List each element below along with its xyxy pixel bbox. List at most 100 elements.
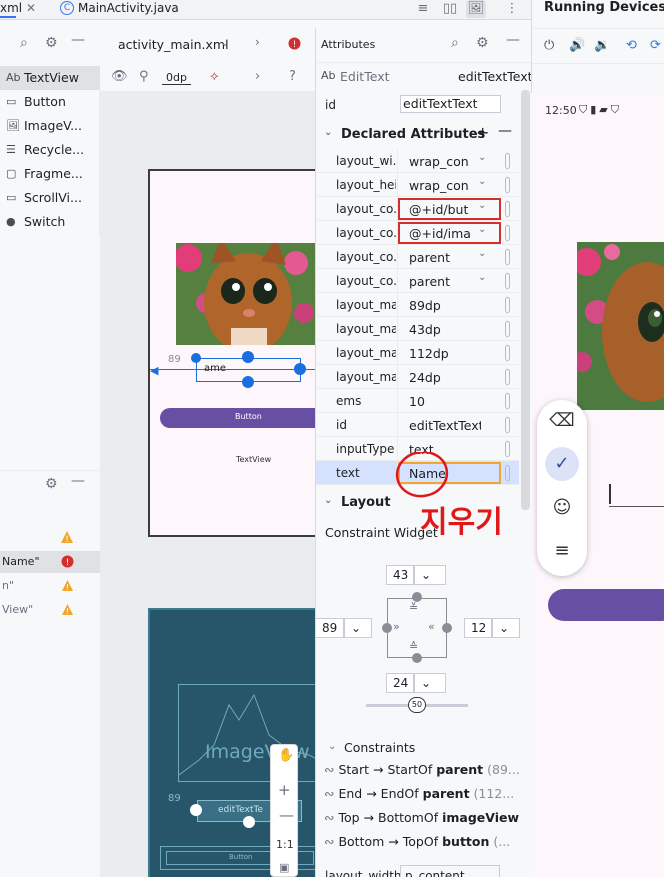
palette-item-scrollview[interactable]: ▭ ScrollVi... (0, 186, 100, 210)
pin-icon[interactable] (505, 153, 510, 169)
attribute-value[interactable]: 10 (409, 394, 481, 409)
tree-minimize-icon[interactable]: — (71, 473, 85, 489)
attribute-value[interactable]: 89dp (409, 298, 481, 313)
top-spring-icon[interactable]: ≚ (409, 601, 418, 614)
more-options-icon[interactable]: ⋮ (502, 0, 522, 18)
attribute-value[interactable]: 43dp (409, 322, 481, 337)
minimize-icon[interactable]: — (506, 32, 520, 48)
minimize-icon[interactable]: — (71, 32, 85, 48)
pin-icon[interactable] (505, 393, 510, 409)
emoji-icon[interactable]: ☺ (545, 491, 579, 525)
eye-icon[interactable]: 👁 (111, 69, 128, 84)
split-view-icon[interactable]: ▯▯ (440, 0, 460, 18)
pin-icon[interactable] (505, 225, 510, 241)
attribute-row[interactable]: layout_wi... wrap_con⌄ (316, 149, 519, 173)
attribute-row[interactable]: layout_hei... wrap_con⌄ (316, 173, 519, 197)
design-view-icon[interactable]: 🖼 (466, 0, 486, 18)
pin-icon[interactable] (505, 177, 510, 193)
pin-icon[interactable] (505, 417, 510, 433)
attribute-value[interactable]: parent (409, 274, 481, 289)
search-icon[interactable]: ⌕ (20, 35, 28, 51)
bias-slider-thumb[interactable]: 50 (408, 697, 426, 713)
search-icon[interactable]: ⌕ (451, 35, 459, 51)
chevron-right-icon[interactable]: › (255, 35, 260, 49)
start-margin-dropdown[interactable]: ⌄ (344, 618, 372, 638)
pin-icon[interactable] (505, 249, 510, 265)
infer-constraints-icon[interactable]: ⟡ (210, 69, 219, 84)
blueprint-start-handle[interactable] (190, 804, 202, 816)
pin-icon[interactable] (505, 345, 510, 361)
add-attribute-icon[interactable]: + (476, 123, 489, 142)
chevron-down-icon[interactable]: ⌄ (478, 152, 486, 163)
attribute-row[interactable]: layout_co... parent⌄ (316, 269, 519, 293)
attribute-value[interactable]: 112dp (409, 346, 481, 361)
attribute-value[interactable]: 24dp (409, 370, 481, 385)
attribute-row[interactable]: layout_co... parent⌄ (316, 245, 519, 269)
attribute-value[interactable]: parent (409, 250, 481, 265)
layout-file-selector[interactable]: activity_main.xml (118, 37, 229, 52)
pan-hand-icon[interactable]: ✋ (278, 748, 294, 763)
pin-icon[interactable] (505, 273, 510, 289)
device-edittext-underline[interactable] (609, 506, 664, 507)
bottom-margin-dropdown[interactable]: ⌄ (414, 673, 446, 693)
bottom-anchor-handle[interactable] (242, 376, 254, 388)
end-margin-dropdown[interactable]: ⌄ (492, 618, 520, 638)
attribute-value[interactable]: wrap_con (409, 154, 481, 169)
constraint-row[interactable]: ∾ Bottom → TopOf button (... (324, 830, 524, 854)
chevron-down-icon[interactable]: ⌄ (478, 176, 486, 187)
chevron-down-icon[interactable]: ⌄ (220, 36, 229, 49)
zoom-actual-size[interactable]: 1:1 (276, 838, 294, 851)
bottom-spring-icon[interactable]: ≙ (409, 640, 418, 653)
power-icon[interactable]: ⏻ (544, 38, 554, 53)
blueprint-bottom-handle[interactable] (243, 816, 255, 828)
preview-textview[interactable]: TextView (236, 455, 271, 464)
chevron-down-icon[interactable]: ⌄ (478, 248, 486, 259)
start-spring-icon[interactable]: » (393, 620, 400, 633)
tab-xml[interactable]: xml (0, 1, 22, 18)
gear-icon[interactable]: ⚙ (476, 35, 489, 51)
gear-icon[interactable]: ⚙ (45, 35, 58, 51)
bottom-margin-value[interactable]: 24 (386, 673, 414, 693)
attribute-row[interactable]: layout_ma... 89dp (316, 293, 519, 317)
pin-icon[interactable] (505, 201, 510, 217)
constraint-row[interactable]: ∾ End → EndOf parent (112... (324, 782, 524, 806)
volume-up-icon[interactable]: 🔊 (569, 38, 585, 53)
code-view-icon[interactable]: ≡ (413, 0, 433, 18)
top-anchor-handle[interactable] (242, 351, 254, 363)
id-input[interactable]: editTextText (400, 95, 501, 113)
attribute-row[interactable]: ems 10 (316, 389, 519, 413)
attribute-row[interactable]: layout_co...@+id/but⌄ (316, 197, 519, 221)
default-margin-selector[interactable]: 0dp (162, 71, 191, 85)
attribute-row[interactable]: layout_co...@+id/ima⌄ (316, 221, 519, 245)
chevron-right-icon[interactable]: › (255, 69, 260, 84)
rotate-right-icon[interactable]: ⟳ (650, 38, 661, 53)
resize-handle[interactable] (191, 353, 201, 363)
zoom-out-icon[interactable]: — (279, 806, 294, 824)
end-margin-value[interactable]: 12 (464, 618, 492, 638)
rotate-left-icon[interactable]: ⟲ (626, 38, 637, 53)
palette-item-recyclerview[interactable]: ☰ Recycle... (0, 138, 100, 162)
blueprint-imageview[interactable]: ImageView (178, 684, 321, 782)
tree-row-button[interactable]: n" ! (0, 575, 100, 597)
palette-item-button[interactable]: ▭ Button (0, 90, 100, 114)
error-icon[interactable]: ! (288, 37, 301, 50)
device-button[interactable] (548, 589, 664, 621)
design-preview[interactable]: 89 ame Button TextView (148, 169, 323, 537)
attribute-value[interactable]: wrap_con (409, 178, 481, 193)
backspace-icon[interactable]: ⌫ (545, 404, 579, 438)
check-icon[interactable]: ✓ (545, 447, 579, 481)
layout-width-select[interactable]: p_content (400, 865, 500, 877)
tree-row-edittext[interactable]: Name" ! (0, 551, 100, 573)
end-anchor-handle[interactable] (294, 363, 306, 375)
start-margin-value[interactable]: 89 (316, 618, 344, 638)
remove-attribute-icon[interactable]: — (498, 123, 512, 139)
magnet-icon[interactable]: ⚲ (139, 69, 149, 84)
attribute-row[interactable]: layout_ma... 112dp (316, 341, 519, 365)
constraint-row[interactable]: ∾ Top → BottomOf imageView (324, 806, 524, 830)
declared-attributes-header[interactable]: ⌄ Declared Attributes + — (316, 123, 519, 147)
chevron-down-icon[interactable]: ⌄ (478, 272, 486, 283)
palette-item-imageview[interactable]: 🖼 ImageV... (0, 114, 100, 138)
zoom-fit-icon[interactable]: ▣ (279, 861, 289, 874)
pin-icon[interactable] (505, 321, 510, 337)
palette-item-switch[interactable]: ● Switch (0, 210, 100, 234)
